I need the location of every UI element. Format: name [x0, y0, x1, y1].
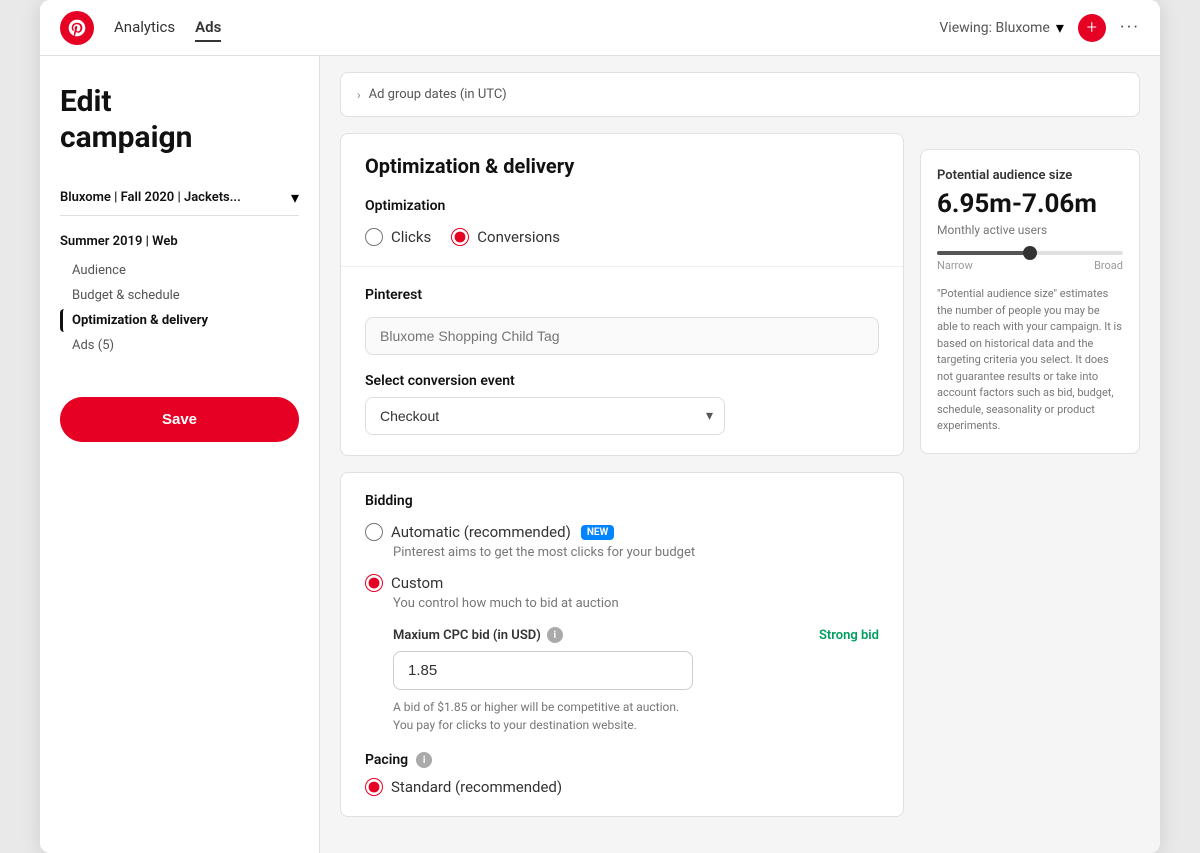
pinterest-label: Pinterest: [365, 287, 879, 303]
conversions-option[interactable]: Conversions: [451, 228, 560, 246]
sidebar-item-optimization[interactable]: Optimization & delivery: [60, 309, 299, 332]
optimization-label: Optimization: [365, 198, 879, 214]
sidebar-item-ads[interactable]: Ads (5): [60, 334, 299, 357]
bid-label: Maxium CPC bid (in USD): [393, 628, 541, 643]
conversions-radio[interactable]: [451, 228, 469, 246]
audience-card-title: Potential audience size: [937, 168, 1123, 183]
campaign-name: Bluxome | Fall 2020 | Jackets...: [60, 190, 241, 205]
custom-label: Custom: [391, 574, 443, 592]
content-main: Optimization & delivery Optimization Cli…: [340, 133, 904, 833]
content-with-panel: Optimization & delivery Optimization Cli…: [340, 133, 1140, 833]
pacing-row: Pacing i: [365, 752, 879, 768]
section-title: Optimization & delivery: [365, 154, 879, 178]
bidding-subsection: Bidding Automatic (recommended) NEW: [341, 473, 903, 816]
pacing-info-icon[interactable]: i: [416, 752, 432, 768]
slider-labels: Narrow Broad: [937, 259, 1123, 272]
bidding-section: Bidding Automatic (recommended) NEW: [340, 472, 904, 817]
bid-hint: A bid of $1.85 or higher will be competi…: [393, 698, 879, 734]
pinterest-logo[interactable]: [60, 11, 94, 45]
analytics-link[interactable]: Analytics: [114, 14, 175, 42]
pacing-label: Pacing: [365, 752, 408, 768]
custom-radio[interactable]: [365, 574, 383, 592]
pacing-area: Pacing i Standard (recommended): [365, 752, 879, 796]
sidebar-item-budget[interactable]: Budget & schedule: [60, 284, 299, 307]
viewing-chevron-icon[interactable]: ▾: [1056, 18, 1064, 37]
pinterest-tag-input[interactable]: [365, 317, 879, 355]
save-button[interactable]: Save: [60, 397, 299, 442]
conversion-event-select-wrapper: Checkout ▾: [365, 397, 725, 435]
bid-input[interactable]: [393, 651, 693, 690]
optimization-section: Optimization & delivery Optimization Cli…: [340, 133, 904, 456]
conversion-event-label: Select conversion event: [365, 373, 879, 389]
audience-slider-fill: [937, 251, 1030, 255]
topnav-right: Viewing: Bluxome ▾ + ···: [939, 14, 1140, 42]
adgroup-name: Summer 2019 | Web: [60, 226, 299, 255]
content-area: › Ad group dates (in UTC) Optimization &…: [320, 56, 1160, 853]
campaign-selector[interactable]: Bluxome | Fall 2020 | Jackets... ▾: [60, 180, 299, 216]
audience-subtitle: Monthly active users: [937, 223, 1123, 237]
broad-label: Broad: [1094, 259, 1123, 272]
strong-bid-label: Strong bid: [819, 628, 879, 643]
adgroup-dates-bar[interactable]: › Ad group dates (in UTC): [340, 72, 1140, 117]
page-title: Edit campaign: [60, 84, 299, 156]
optimization-radio-group: Clicks Conversions: [365, 228, 879, 246]
audience-note: "Potential audience size" estimates the …: [937, 286, 1123, 435]
sidebar: Edit campaign Bluxome | Fall 2020 | Jack…: [40, 56, 320, 853]
audience-card: Potential audience size 6.95m-7.06m Mont…: [920, 149, 1140, 454]
custom-radio-option[interactable]: Custom: [365, 574, 443, 592]
adgroup-dates-label: Ad group dates (in UTC): [369, 87, 507, 102]
sidebar-item-audience[interactable]: Audience: [60, 259, 299, 282]
new-badge: NEW: [581, 525, 614, 540]
clicks-label: Clicks: [391, 228, 431, 246]
clicks-option[interactable]: Clicks: [365, 228, 431, 246]
viewing-area: Viewing: Bluxome ▾: [939, 18, 1064, 37]
custom-desc: You control how much to bid at auction: [393, 596, 879, 611]
right-panel: Potential audience size 6.95m-7.06m Mont…: [920, 133, 1140, 833]
main-layout: Edit campaign Bluxome | Fall 2020 | Jack…: [40, 56, 1160, 853]
conversion-event-area: Select conversion event Checkout ▾: [365, 373, 879, 435]
adgroup-chevron-icon: ›: [357, 88, 361, 102]
section-header: Optimization & delivery: [341, 134, 903, 178]
custom-header: Custom: [365, 574, 879, 592]
automatic-label: Automatic (recommended): [391, 523, 571, 541]
campaign-chevron-icon[interactable]: ▾: [291, 188, 299, 207]
automatic-header: Automatic (recommended) NEW: [365, 523, 879, 541]
bid-label-row: Maxium CPC bid (in USD) i Strong bid: [393, 627, 879, 643]
custom-bidding-option: Custom You control how much to bid at au…: [365, 574, 879, 734]
add-button[interactable]: +: [1078, 14, 1106, 42]
audience-slider-thumb: [1023, 246, 1037, 260]
conversions-label: Conversions: [477, 228, 560, 246]
bid-field-area: Maxium CPC bid (in USD) i Strong bid A b…: [393, 627, 879, 734]
automatic-bidding-option: Automatic (recommended) NEW Pinterest ai…: [365, 523, 879, 560]
automatic-radio-option[interactable]: Automatic (recommended): [365, 523, 571, 541]
narrow-label: Narrow: [937, 259, 973, 272]
conversion-event-select[interactable]: Checkout: [365, 397, 725, 435]
automatic-radio[interactable]: [365, 523, 383, 541]
bid-info-icon[interactable]: i: [547, 627, 563, 643]
topnav-links: Analytics Ads: [114, 14, 221, 42]
pinterest-subsection: Pinterest Select conversion event Checko…: [341, 267, 903, 455]
standard-pacing-radio[interactable]: [365, 778, 383, 796]
sidebar-nav: Audience Budget & schedule Optimization …: [60, 259, 299, 357]
clicks-radio[interactable]: [365, 228, 383, 246]
standard-label: Standard (recommended): [391, 778, 562, 796]
standard-pacing-option[interactable]: Standard (recommended): [365, 778, 879, 796]
audience-slider-track: [937, 251, 1123, 255]
audience-size: 6.95m-7.06m: [937, 189, 1123, 219]
topnav: Analytics Ads Viewing: Bluxome ▾ + ···: [40, 0, 1160, 56]
bidding-label: Bidding: [365, 493, 879, 509]
viewing-label: Viewing: Bluxome: [939, 20, 1049, 36]
more-button[interactable]: ···: [1120, 17, 1140, 38]
automatic-desc: Pinterest aims to get the most clicks fo…: [393, 545, 879, 560]
optimization-subsection: Optimization Clicks Conversions: [341, 178, 903, 267]
ads-link[interactable]: Ads: [195, 14, 221, 42]
